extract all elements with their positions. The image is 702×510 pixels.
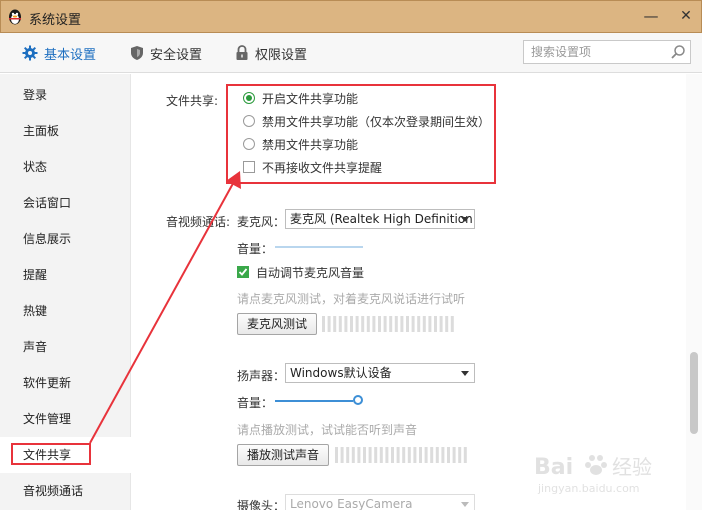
annotation-arrow (89, 171, 241, 444)
